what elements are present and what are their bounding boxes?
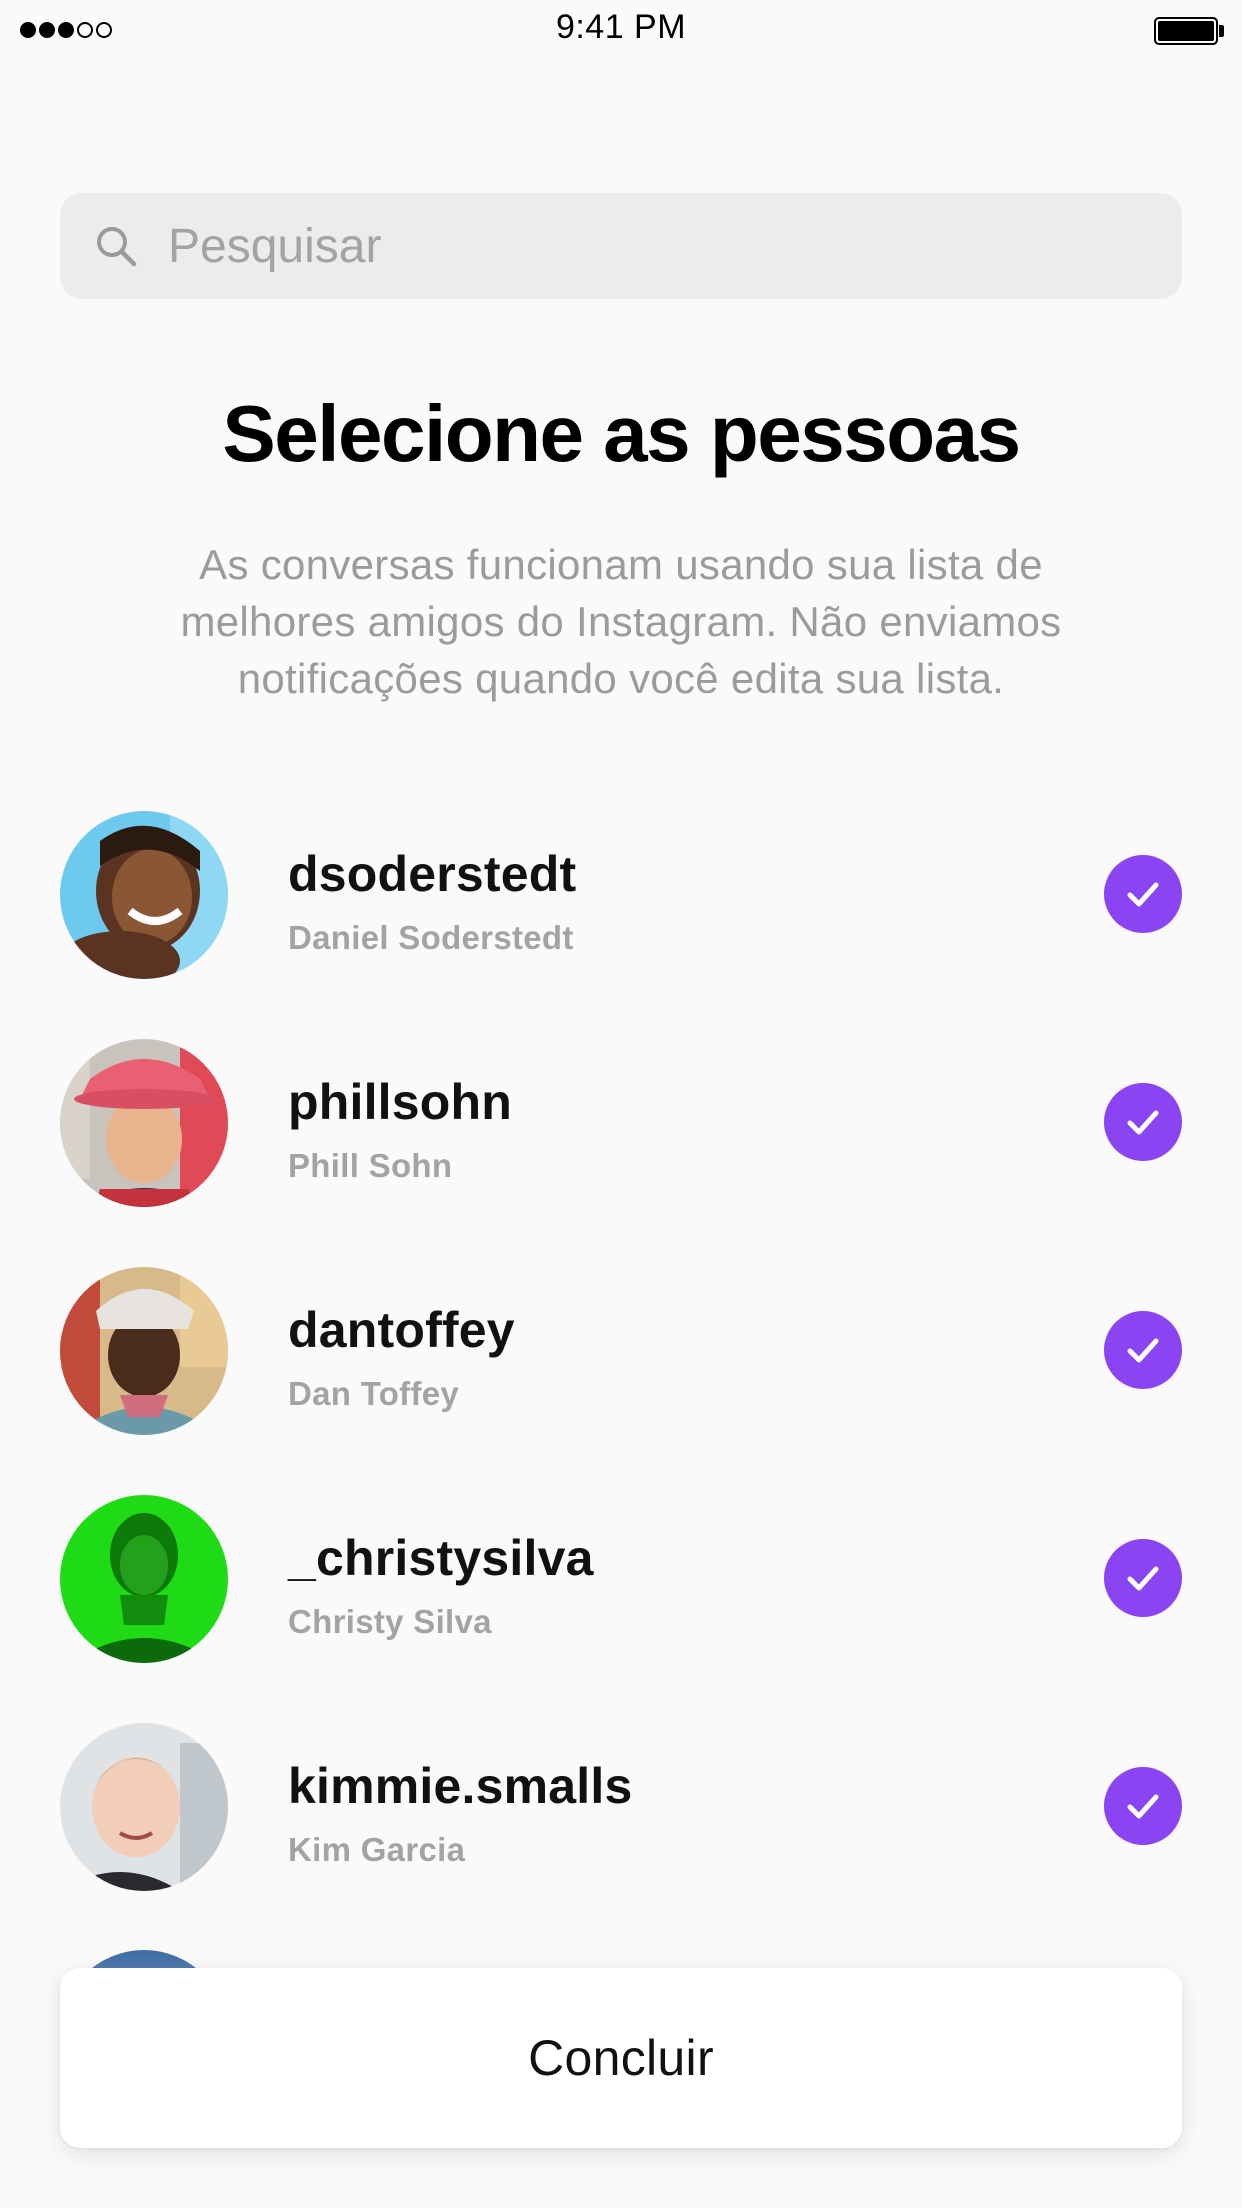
list-item[interactable]: kimmie.smalls Kim Garcia <box>0 1723 1242 1893</box>
avatar <box>60 811 228 979</box>
username: _christysilva <box>288 1530 594 1586</box>
page-title: Selecione as pessoas <box>222 389 1021 478</box>
username: dantoffey <box>288 1302 515 1358</box>
avatar <box>60 1723 228 1891</box>
selected-check-icon[interactable] <box>1104 1083 1182 1161</box>
list-item[interactable]: dantoffey Dan Toffey <box>0 1267 1242 1437</box>
search-input[interactable] <box>168 193 1148 299</box>
selected-check-icon[interactable] <box>1104 1539 1182 1617</box>
username: dsoderstedt <box>288 846 577 902</box>
selected-check-icon[interactable] <box>1104 1311 1182 1389</box>
list-item[interactable]: phillsohn Phill Sohn <box>0 1039 1242 1209</box>
list-item[interactable]: dsoderstedt Daniel Soderstedt <box>0 811 1242 981</box>
full-name: Christy Silva <box>288 1603 492 1640</box>
page-subtitle: As conversas funcionam usando sua lista … <box>180 541 1062 702</box>
search-icon <box>97 227 137 267</box>
search-bar[interactable] <box>60 193 1182 299</box>
username: kimmie.smalls <box>288 1758 633 1814</box>
battery-icon <box>1154 17 1224 45</box>
done-button[interactable]: Concluir <box>60 1968 1182 2148</box>
list-item[interactable]: _christysilva Christy Silva <box>0 1495 1242 1665</box>
avatar <box>60 1495 228 1663</box>
full-name: Daniel Soderstedt <box>288 919 574 956</box>
full-name: Dan Toffey <box>288 1375 460 1412</box>
status-time: 9:41 PM <box>555 8 687 46</box>
status-bar: 9:41 PM <box>0 0 1242 60</box>
screen: 9:41 PM Selecione as pessoas As conversa… <box>0 0 1242 2208</box>
selected-check-icon[interactable] <box>1104 1767 1182 1845</box>
full-name: Phill Sohn <box>288 1147 453 1184</box>
full-name: Kim Garcia <box>288 1831 466 1868</box>
username: phillsohn <box>288 1074 512 1130</box>
avatar <box>60 1039 228 1207</box>
avatar <box>60 1267 228 1435</box>
selected-check-icon[interactable] <box>1104 855 1182 933</box>
